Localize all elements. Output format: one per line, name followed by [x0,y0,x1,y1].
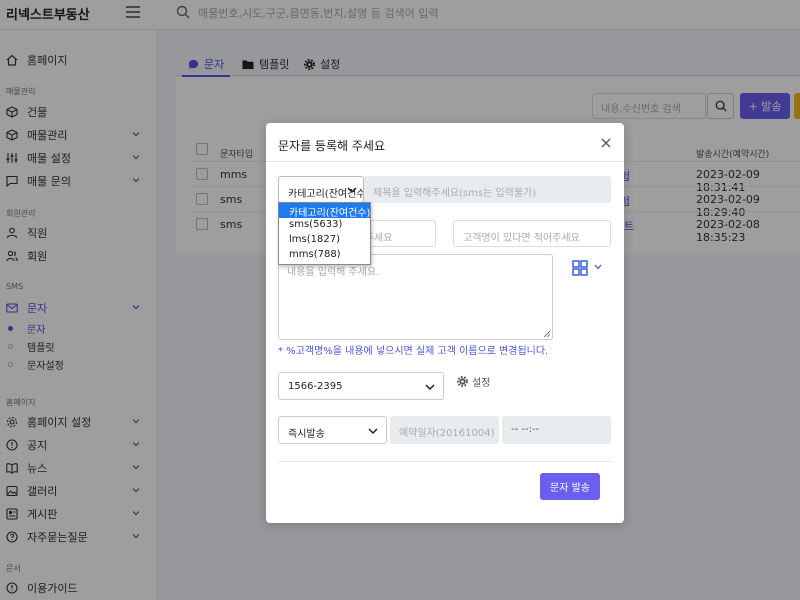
chevron-down-icon [368,428,378,435]
settings-label: 설정 [472,378,491,389]
sender-number-value: 1566-2395 [288,381,343,392]
content-textarea[interactable]: 내용을 입력해 주세요. [278,254,553,340]
category-dropdown: 카테고리(잔여건수) sms(5633) lms(1827) mms(788) [278,202,371,265]
subject-input[interactable]: 제목을 입력해주세요(sms는 입력불가) [364,176,611,203]
dropdown-option[interactable]: sms(5633) [279,218,370,233]
content-placeholder: 내용을 입력해 주세요. [287,267,380,278]
sender-number-select[interactable]: 1566-2395 [278,372,444,400]
reservation-date-input[interactable]: 예약일자(20161004) [390,416,499,444]
message-modal: 문자를 등록해 주세요 카테고리(잔여건수) 제목을 입력해주세요(sms는 입… [266,123,624,523]
chevron-down-icon[interactable] [594,264,602,270]
category-select[interactable]: 카테고리(잔여건수) [278,176,364,203]
send-timing-value: 즉시발송 [288,429,325,440]
send-message-submit-button[interactable]: 문자 발송 [540,473,600,500]
sender-settings-link[interactable]: 설정 [457,374,490,389]
chevron-down-icon [425,384,435,391]
reservation-time-input[interactable]: -- --:-- [502,416,611,444]
dropdown-option[interactable]: mms(788) [279,248,370,263]
resize-handle-icon[interactable] [544,331,550,337]
divider [266,161,624,162]
divider [278,461,612,462]
modal-title: 문자를 등록해 주세요 [278,139,385,153]
customer-name-input[interactable]: 고객명이 있다면 적어주세요 [453,220,611,247]
chevron-down-icon [347,187,357,194]
customer-name-hint: * %고객명%을 내용에 넣으시면 실제 고객 이름으로 변경됩니다. [278,346,549,357]
send-timing-select[interactable]: 즉시발송 [278,416,387,444]
close-icon[interactable] [600,137,612,149]
gear-icon [457,376,468,387]
grid-icon[interactable] [572,260,588,276]
dropdown-option[interactable]: lms(1827) [279,233,370,248]
dropdown-option[interactable]: 카테고리(잔여건수) [279,203,370,219]
